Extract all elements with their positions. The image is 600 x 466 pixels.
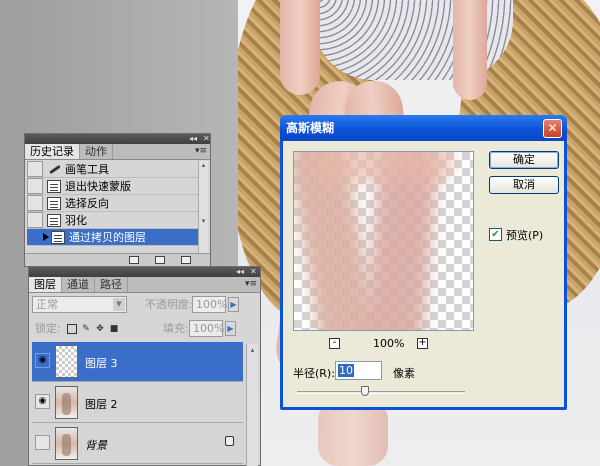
history-list: 画笔工具 退出快速蒙版 选择反向 羽化 通过拷贝的图层: [27, 161, 199, 246]
radius-value: 10: [338, 364, 354, 377]
opacity-label: 不透明度:: [145, 298, 193, 311]
close-icon[interactable]: ✕: [543, 119, 562, 138]
history-source-box[interactable]: [27, 195, 43, 211]
visibility-eye-icon[interactable]: ◉: [35, 353, 50, 368]
preview-top-shadow: [314, 152, 454, 182]
tab-layers[interactable]: 图层: [29, 277, 62, 292]
new-snapshot-icon[interactable]: [155, 256, 165, 264]
trash-icon[interactable]: [181, 256, 191, 264]
layer-row[interactable]: 背景: [32, 424, 243, 464]
history-item-selected[interactable]: 通过拷贝的图层: [27, 229, 199, 246]
panel-titlebar[interactable]: ◂◂ ✕: [25, 134, 210, 144]
layer-row[interactable]: ◉ 图层 2: [32, 383, 243, 423]
blend-row: 正常 ▼ 不透明度: 100% ▶: [32, 296, 257, 316]
layers-panel: ◂◂ ✕ 图层 通道 路径 ▾≡ 正常 ▼ 不透明度: 100% ▶ 锁定: ✎…: [28, 266, 261, 466]
layer-name: 图层 3: [85, 357, 118, 370]
radius-label: 半径(R):: [293, 367, 335, 380]
radius-unit: 像素: [393, 367, 415, 380]
history-item-label: 羽化: [65, 214, 87, 227]
panel-titlebar[interactable]: ◂◂ ✕: [29, 267, 260, 277]
visibility-toggle-empty[interactable]: [35, 435, 50, 450]
history-state-icon: [47, 213, 61, 227]
history-state-icon: [47, 179, 61, 193]
lock-label: 锁定:: [35, 322, 61, 335]
zoom-in-button[interactable]: +: [417, 338, 428, 349]
arm: [280, 0, 320, 95]
close-icon[interactable]: ✕: [203, 134, 210, 144]
current-state-arrow-icon: [43, 233, 49, 241]
layer-name: 背景: [85, 439, 107, 452]
close-icon[interactable]: ✕: [250, 267, 257, 277]
history-panel: ◂◂ ✕ 历史记录 动作 ▾≡ 画笔工具 退出快速蒙版 选择反向 羽化 通过拷贝…: [24, 133, 211, 267]
panel-menu-icon[interactable]: ▾≡: [245, 279, 257, 289]
history-source-box[interactable]: [27, 161, 43, 177]
history-item-label: 通过拷贝的图层: [69, 231, 146, 244]
zoom-level: 100%: [373, 337, 405, 350]
history-item-label: 画笔工具: [65, 163, 109, 176]
panel-menu-icon[interactable]: ▾≡: [195, 146, 207, 156]
layer-thumbnail: [55, 345, 78, 378]
tab-actions[interactable]: 动作: [80, 144, 113, 159]
radius-input[interactable]: 10: [335, 361, 382, 380]
history-footer: [25, 253, 210, 266]
brush-icon: [47, 163, 61, 176]
lock-move-icon[interactable]: ✥: [95, 324, 105, 334]
gaussian-blur-dialog: 高斯模糊 ✕ 确定 取消 ✔ 预览(P) - 100% + 半径(R): 10 …: [280, 115, 567, 410]
tab-paths[interactable]: 路径: [95, 277, 128, 292]
dialog-body: 确定 取消 ✔ 预览(P) - 100% + 半径(R): 10 像素: [283, 141, 564, 407]
collapse-icon[interactable]: ◂◂: [236, 267, 244, 277]
radius-slider-thumb[interactable]: [361, 386, 369, 396]
history-source-box[interactable]: [27, 178, 43, 194]
blend-mode-select[interactable]: 正常 ▼: [32, 296, 127, 313]
history-item[interactable]: 选择反向: [27, 195, 199, 212]
dialog-title: 高斯模糊: [286, 121, 335, 135]
history-source-box[interactable]: [27, 212, 43, 228]
dialog-titlebar[interactable]: 高斯模糊 ✕: [280, 115, 567, 141]
fill-slider-arrow-icon[interactable]: ▶: [225, 321, 236, 336]
layers-scrollbar[interactable]: ▴: [246, 344, 258, 466]
layer-lock-icon: [225, 436, 234, 446]
history-item[interactable]: 羽化: [27, 212, 199, 229]
layer-thumbnail: [55, 427, 78, 460]
layer-name: 图层 2: [85, 398, 118, 411]
preview-label: 预览(P): [506, 229, 544, 242]
lock-transparency-icon[interactable]: [67, 324, 77, 334]
opacity-slider-arrow-icon[interactable]: ▶: [228, 297, 239, 312]
layers-tabs: 图层 通道 路径 ▾≡: [29, 277, 260, 293]
chevron-down-icon: ▼: [113, 298, 125, 311]
collapse-icon[interactable]: ◂◂: [189, 134, 197, 144]
history-state-icon: [47, 196, 61, 210]
history-source-box[interactable]: [27, 229, 43, 245]
tab-history[interactable]: 历史记录: [25, 144, 80, 159]
fill-field[interactable]: 100%: [189, 320, 224, 337]
new-document-from-state-icon[interactable]: [129, 256, 139, 264]
arm: [453, 0, 487, 100]
opacity-field[interactable]: 100%: [192, 296, 227, 313]
history-tabs: 历史记录 动作 ▾≡: [25, 144, 210, 160]
zoom-out-button[interactable]: -: [329, 338, 340, 349]
history-item-label: 退出快速蒙版: [65, 180, 131, 193]
history-item-label: 选择反向: [65, 197, 109, 210]
ok-button[interactable]: 确定: [489, 151, 559, 169]
cancel-button[interactable]: 取消: [489, 176, 559, 194]
lock-paint-brush-icon[interactable]: ✎: [81, 324, 91, 334]
history-scrollbar[interactable]: ▴ ▾: [198, 161, 208, 255]
visibility-eye-icon[interactable]: ◉: [35, 394, 50, 409]
blur-preview[interactable]: [293, 151, 474, 331]
layer-row-selected[interactable]: ◉ 图层 3: [32, 342, 243, 382]
blend-mode-value: 正常: [36, 298, 58, 311]
history-item[interactable]: 画笔工具: [27, 161, 199, 178]
lock-all-icon[interactable]: ■: [109, 324, 119, 334]
layer-thumbnail: [55, 386, 78, 419]
fill-label: 填充:: [163, 322, 189, 335]
history-item[interactable]: 退出快速蒙版: [27, 178, 199, 195]
preview-checkbox[interactable]: ✔: [489, 228, 502, 241]
history-state-icon: [51, 230, 65, 244]
tab-channels[interactable]: 通道: [62, 277, 95, 292]
radius-slider-track[interactable]: [297, 391, 465, 394]
